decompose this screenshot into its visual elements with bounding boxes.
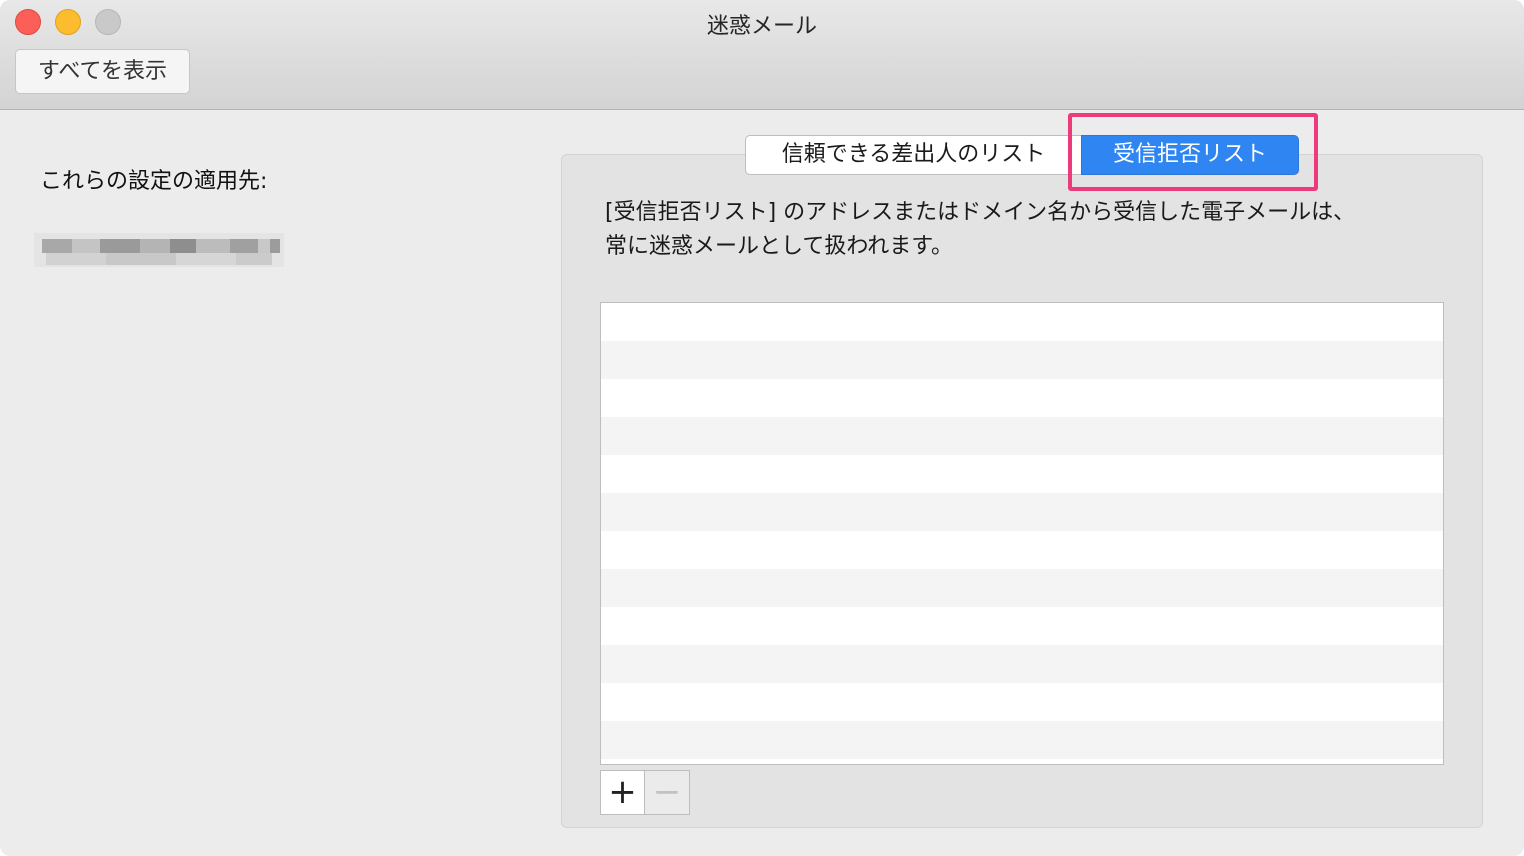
preferences-window: 迷惑メール すべてを表示 これらの設定の適用先: 信頼できる差出人のリスト 受信… — [0, 0, 1524, 856]
list-row[interactable] — [601, 455, 1443, 493]
tab-highlight-annotation — [1068, 113, 1318, 191]
list-row[interactable] — [601, 531, 1443, 569]
list-row[interactable] — [601, 379, 1443, 417]
remove-entry-button[interactable]: − — [645, 770, 690, 815]
blocked-senders-list[interactable] — [600, 302, 1444, 765]
blocked-list-description: [受信拒否リスト] のアドレスまたはドメイン名から受信した電子メールは、 常に迷… — [605, 196, 1455, 264]
toolbar: 迷惑メール すべてを表示 — [0, 0, 1524, 110]
list-row[interactable] — [601, 303, 1443, 341]
redacted-account-name — [34, 225, 284, 273]
list-row[interactable] — [601, 683, 1443, 721]
tab-trusted-senders[interactable]: 信頼できる差出人のリスト — [745, 135, 1081, 175]
description-line-2: 常に迷惑メールとして扱われます。 — [605, 234, 954, 259]
window-title: 迷惑メール — [706, 14, 817, 39]
list-row[interactable] — [601, 607, 1443, 645]
list-row[interactable] — [601, 569, 1443, 607]
list-row[interactable] — [601, 341, 1443, 379]
show-all-button[interactable]: すべてを表示 — [15, 49, 190, 94]
list-row[interactable] — [601, 721, 1443, 759]
list-row[interactable] — [601, 645, 1443, 683]
list-row[interactable] — [601, 417, 1443, 455]
add-entry-button[interactable]: + — [600, 770, 645, 815]
applies-to-label: これらの設定の適用先: — [40, 169, 268, 194]
list-edit-buttons: + − — [600, 770, 690, 815]
description-line-1: [受信拒否リスト] のアドレスまたはドメイン名から受信した電子メールは、 — [605, 200, 1356, 225]
list-row[interactable] — [601, 493, 1443, 531]
